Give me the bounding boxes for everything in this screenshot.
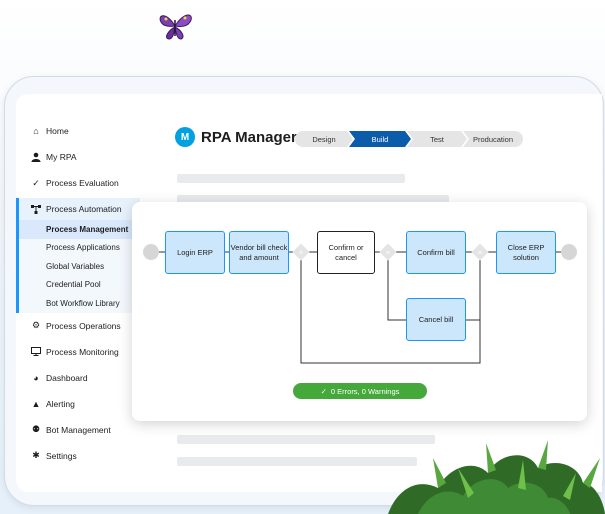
sidebar-item-process-automation[interactable]: Process Automation — [16, 198, 140, 220]
sidebar-item-label: Bot Management — [46, 424, 111, 435]
start-event — [143, 244, 159, 260]
sidebar-item-label: Process Evaluation — [46, 178, 119, 188]
mulesoft-logo-icon: M — [175, 127, 195, 147]
svg-text:✕: ✕ — [298, 250, 303, 257]
flow-node-confirm-bill[interactable]: Confirm bill — [406, 231, 466, 274]
sidebar-subitem-credential-pool[interactable]: Credential Pool — [16, 276, 140, 295]
bot-icon: ⚉ — [31, 424, 41, 434]
sidebar-item-my-rpa[interactable]: My RPA — [16, 144, 140, 170]
sidebar-submenu: Process Management Process Applications … — [16, 220, 140, 313]
flow-node-vendor-bill-check[interactable]: Vendor bill check and amount — [229, 231, 289, 274]
gateway-diamond: ✕ — [292, 243, 310, 261]
sidebar-item-label: Alerting — [46, 398, 75, 409]
step-test[interactable]: Test — [407, 131, 467, 147]
home-icon: ⌂ — [33, 126, 39, 136]
end-event — [561, 244, 577, 260]
plant-illustration — [388, 440, 605, 514]
user-icon — [30, 152, 42, 162]
monitor-icon — [30, 347, 42, 356]
sidebar-item-process-monitoring[interactable]: Process Monitoring — [16, 339, 140, 365]
sidebar-item-label: Dashboard — [46, 372, 88, 383]
sidebar-item-label: Process Automation — [46, 204, 122, 214]
sidebar-item-home[interactable]: ⌂ Home — [16, 118, 140, 144]
flow-node-cancel-bill[interactable]: Cancel bill — [406, 298, 466, 341]
sidebar-item-alerting[interactable]: ▲ Alerting — [16, 391, 140, 417]
gateway-diamond: ✕ — [379, 243, 397, 261]
check-icon: ✓ — [32, 177, 40, 188]
sidebar-item-process-operations[interactable]: ⚙ Process Operations — [16, 313, 140, 339]
sidebar-item-process-evaluation[interactable]: ✓ Process Evaluation — [16, 170, 140, 196]
flow-node-confirm-or-cancel[interactable]: Confirm or cancel — [317, 231, 375, 274]
alert-icon: ▲ — [31, 398, 41, 409]
sidebar-item-label: My RPA — [46, 152, 77, 162]
app-title: RPA Manager — [201, 128, 297, 146]
step-design[interactable]: Design — [295, 131, 353, 147]
sidebar-item-bot-management[interactable]: ⚉ Bot Management — [16, 417, 140, 443]
sidebar-item-settings[interactable]: ✱ Settings — [16, 443, 140, 469]
sidebar-subitem-bot-workflow-library[interactable]: Bot Workflow Library — [16, 294, 140, 313]
sidebar-item-label: Process Monitoring — [46, 346, 119, 357]
sidebar-item-dashboard[interactable]: ◕ Dashboard — [16, 365, 140, 391]
pie-chart-icon: ◕ — [33, 372, 39, 383]
flow-icon — [30, 204, 42, 214]
flow-node-close-erp[interactable]: Close ERP solution — [496, 231, 556, 274]
flow-node-login-erp[interactable]: Login ERP — [165, 231, 225, 274]
step-production[interactable]: Producation — [463, 131, 523, 147]
gear-icon: ✱ — [32, 450, 40, 460]
app-logo: M RPA Manager — [175, 127, 297, 147]
step-build[interactable]: Build — [349, 131, 411, 147]
sidebar-item-label: Home — [46, 126, 69, 136]
gateway-diamond: ✕ — [471, 243, 489, 261]
sidebar-item-label: Process Operations — [46, 320, 121, 331]
svg-text:✕: ✕ — [385, 250, 390, 257]
validation-status-badge: ✓ 0 Errors, 0 Warnings — [293, 383, 427, 399]
check-icon: ✓ — [320, 386, 327, 396]
butterfly-illustration — [159, 14, 192, 40]
sidebar-nav: ⌂ Home My RPA ✓ Process Evaluation Proce… — [16, 118, 140, 469]
sidebar-item-label: Settings — [46, 450, 77, 461]
content-placeholder — [177, 174, 405, 183]
validation-status-text: 0 Errors, 0 Warnings — [330, 386, 400, 396]
sidebar-subitem-process-management[interactable]: Process Management — [16, 220, 140, 239]
sidebar-subitem-process-applications[interactable]: Process Applications — [16, 239, 140, 258]
svg-text:✕: ✕ — [477, 250, 482, 257]
operations-icon: ⚙ — [31, 320, 41, 330]
sidebar-subitem-global-variables[interactable]: Global Variables — [16, 257, 140, 276]
